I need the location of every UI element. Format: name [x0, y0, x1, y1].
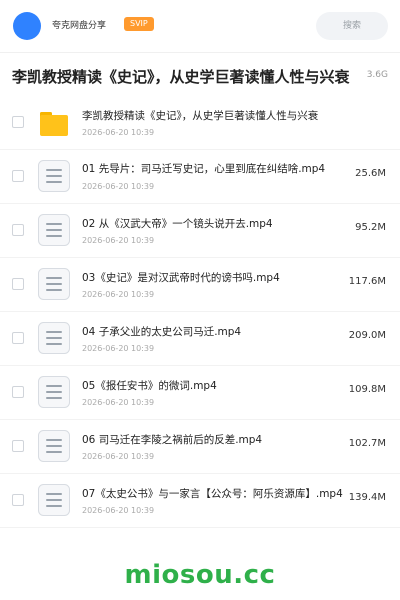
row-checkbox[interactable] [12, 386, 24, 398]
file-name: 05《报任安书》的微词.mp4 [82, 380, 217, 392]
file-size: 209.0M [348, 330, 386, 341]
video-file-icon [38, 268, 70, 300]
file-name: 04 子承父业的太史公司马迁.mp4 [82, 326, 242, 338]
list-item[interactable]: 01 先导片：司马迁写史记，心里到底在纠结啥.mp4 2026-06-20 10… [0, 150, 400, 204]
file-size: 102.7M [348, 438, 386, 449]
row-checkbox[interactable] [12, 440, 24, 452]
row-checkbox[interactable] [12, 278, 24, 290]
file-list: 李凯教授精读《史记》，从史学巨著读懂人性与兴衰 2026-06-20 10:39… [0, 96, 400, 528]
file-date: 2026-06-20 10:39 [82, 506, 155, 515]
file-name: 07《太史公书》与一家言【公众号：阿乐资源库】.mp4 [82, 488, 343, 500]
file-date: 2026-06-20 10:39 [82, 398, 155, 407]
row-checkbox[interactable] [12, 116, 24, 128]
list-item[interactable]: 02 从《汉武大帝》一个镜头说开去.mp4 2026-06-20 10:39 9… [0, 204, 400, 258]
file-date: 2026-06-20 10:39 [82, 290, 155, 299]
file-date: 2026-06-20 10:39 [82, 344, 155, 353]
file-date: 2026-06-20 10:39 [82, 128, 155, 137]
list-item[interactable]: 04 子承父业的太史公司马迁.mp4 2026-06-20 10:39 209.… [0, 312, 400, 366]
list-item[interactable]: 03《史记》是对汉武帝时代的谤书吗.mp4 2026-06-20 10:39 1… [0, 258, 400, 312]
file-date: 2026-06-20 10:39 [82, 182, 155, 191]
file-size: 139.4M [348, 492, 386, 503]
row-checkbox[interactable] [12, 332, 24, 344]
svip-badge: SVIP [124, 17, 154, 31]
watermark-text: miosou.cc [124, 560, 276, 590]
file-size: 109.8M [348, 384, 386, 395]
page-title: 李凯教授精读《史记》，从史学巨著读懂人性与兴衰 [12, 68, 350, 86]
video-file-icon [38, 376, 70, 408]
folder-icon [40, 112, 68, 136]
video-file-icon [38, 322, 70, 354]
file-name: 02 从《汉武大帝》一个镜头说开去.mp4 [82, 218, 273, 230]
file-size: 95.2M [355, 222, 386, 233]
video-file-icon [38, 214, 70, 246]
app-name: 夸克网盘分享 [52, 21, 107, 31]
header-divider [0, 52, 400, 53]
row-checkbox[interactable] [12, 224, 24, 236]
file-date: 2026-06-20 10:39 [82, 236, 155, 245]
list-item[interactable]: 06 司马迁在李陵之祸前后的反差.mp4 2026-06-20 10:39 10… [0, 420, 400, 474]
file-name: 06 司马迁在李陵之祸前后的反差.mp4 [82, 434, 263, 446]
share-header: 夸克网盘分享 SVIP 搜索 [0, 0, 400, 52]
avatar[interactable] [13, 12, 41, 40]
list-item-folder[interactable]: 李凯教授精读《史记》，从史学巨著读懂人性与兴衰 2026-06-20 10:39 [0, 96, 400, 150]
search-input[interactable]: 搜索 [316, 12, 388, 40]
file-size: 25.6M [355, 168, 386, 179]
file-name: 李凯教授精读《史记》，从史学巨著读懂人性与兴衰 [82, 110, 319, 122]
video-file-icon [38, 430, 70, 462]
file-name: 03《史记》是对汉武帝时代的谤书吗.mp4 [82, 272, 280, 284]
total-size: 3.6G [366, 70, 388, 80]
list-item[interactable]: 05《报任安书》的微词.mp4 2026-06-20 10:39 109.8M [0, 366, 400, 420]
video-file-icon [38, 484, 70, 516]
file-date: 2026-06-20 10:39 [82, 452, 155, 461]
row-checkbox[interactable] [12, 494, 24, 506]
list-item[interactable]: 07《太史公书》与一家言【公众号：阿乐资源库】.mp4 2026-06-20 1… [0, 474, 400, 528]
video-file-icon [38, 160, 70, 192]
file-size: 117.6M [348, 276, 386, 287]
row-checkbox[interactable] [12, 170, 24, 182]
share-title-row: 李凯教授精读《史记》，从史学巨著读懂人性与兴衰 3.6G [0, 60, 400, 94]
